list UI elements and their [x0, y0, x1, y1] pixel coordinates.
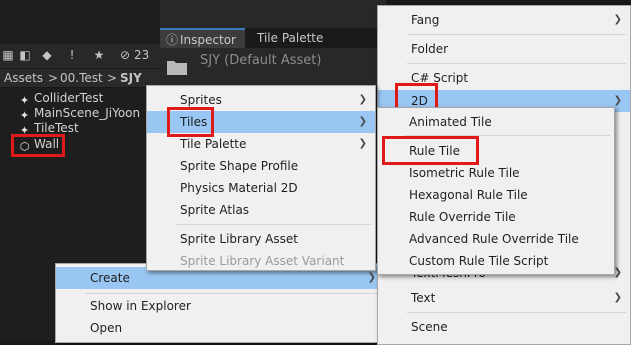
- folder-icon: [167, 61, 187, 75]
- menu-separator: [176, 224, 371, 225]
- asset-item-mainscene[interactable]: ✦ MainScene_JiYoon: [18, 106, 140, 122]
- menu-item-folder[interactable]: Folder: [378, 38, 630, 60]
- chevron-right-icon: ❯: [358, 138, 367, 149]
- breadcrumb-separator: >: [107, 71, 118, 85]
- menu-item-fang[interactable]: Fang ❯: [378, 9, 630, 31]
- menu-item-sprite-library-asset[interactable]: Sprite Library Asset: [147, 228, 375, 250]
- annotation-box-rule-tile: [382, 136, 479, 165]
- hidden-count: 23: [134, 48, 150, 62]
- chevron-right-icon: ❯: [358, 116, 367, 127]
- menu-item-sprite-shape-profile[interactable]: Sprite Shape Profile: [147, 155, 375, 177]
- menu-item-hexagonal-rule-tile[interactable]: Hexagonal Rule Tile: [378, 184, 614, 206]
- menu-item-animated-tile[interactable]: Animated Tile: [378, 111, 614, 133]
- menu-item-isometric-rule-tile[interactable]: Isometric Rule Tile: [378, 162, 614, 184]
- chevron-right-icon: ❯: [358, 94, 367, 105]
- breadcrumb: Assets > 00.Test > SJY: [0, 68, 160, 88]
- inspector-title: SJY (Default Asset): [200, 53, 322, 68]
- menu-item-scene[interactable]: Scene: [378, 316, 630, 338]
- warning-icon[interactable]: !: [65, 48, 79, 62]
- breadcrumb-sjy[interactable]: SJY: [120, 71, 142, 85]
- label-filter-icon[interactable]: ◆: [40, 48, 54, 62]
- tab-tile-palette[interactable]: Tile Palette: [257, 28, 323, 48]
- breadcrumb-test[interactable]: 00.Test: [60, 71, 103, 85]
- tab-inspector[interactable]: ⓘ Inspector: [160, 28, 245, 48]
- asset-item-collidertest[interactable]: ✦ ColliderTest: [18, 91, 103, 107]
- menu-item-open[interactable]: Open: [56, 317, 384, 339]
- type-filter-icon[interactable]: ◧: [18, 48, 32, 62]
- menu-separator: [86, 293, 380, 294]
- menu-item-physics-material-2d[interactable]: Physics Material 2D: [147, 177, 375, 199]
- hidden-eye-icon[interactable]: ⊘: [117, 48, 133, 62]
- breadcrumb-separator: >: [48, 71, 59, 85]
- breadcrumb-assets[interactable]: Assets: [4, 71, 43, 85]
- project-toolbar: ▦ ◧ ◆ ! ★ ⊘ 23: [0, 44, 160, 68]
- favorite-star-icon[interactable]: ★: [92, 48, 106, 62]
- menu-separator: [407, 312, 626, 313]
- chevron-right-icon: ❯: [613, 14, 622, 25]
- menu-separator: [407, 34, 626, 35]
- annotation-box-wall: [11, 134, 65, 157]
- menu-item-show-in-explorer[interactable]: Show in Explorer: [56, 295, 384, 317]
- inspector-info-icon: ⓘ: [166, 33, 179, 47]
- menu-separator: [407, 63, 626, 64]
- chevron-right-icon: ❯: [613, 292, 622, 303]
- tiles-submenu: Animated Tile Rule Tile Isometric Rule T…: [377, 107, 615, 275]
- menu-item-text[interactable]: Text ❯: [378, 287, 630, 309]
- assets-context-menu: Create ❯ Show in Explorer Open: [55, 263, 385, 343]
- scene-filter-icon[interactable]: ▦: [1, 48, 15, 62]
- menu-item-rule-override-tile[interactable]: Rule Override Tile: [378, 206, 614, 228]
- menu-item-sprite-atlas[interactable]: Sprite Atlas: [147, 199, 375, 221]
- annotation-box-tiles: [167, 107, 214, 137]
- menu-item-custom-rule-tile-script[interactable]: Custom Rule Tile Script: [378, 250, 614, 272]
- menu-item-sprite-library-asset-variant: Sprite Library Asset Variant: [180, 254, 345, 268]
- menu-item-advanced-rule-override-tile[interactable]: Advanced Rule Override Tile: [378, 228, 614, 250]
